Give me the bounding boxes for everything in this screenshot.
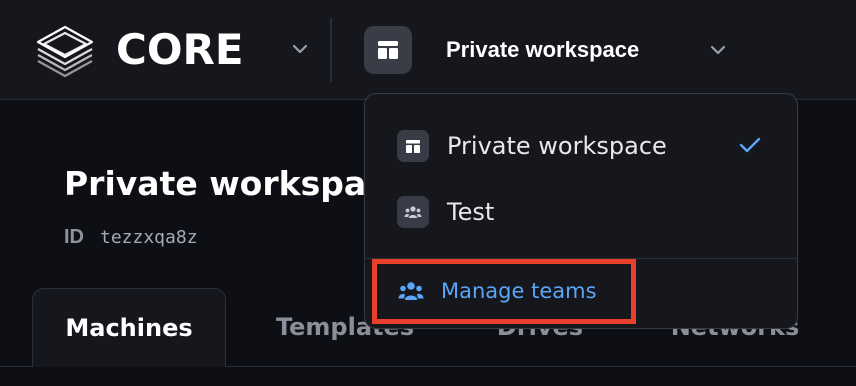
page-title: Private workspace <box>64 164 409 203</box>
dropdown-item-label: Private workspace <box>447 132 667 160</box>
workspace-dropdown-menu: Private workspace Test Manage teams <box>364 93 798 329</box>
manage-teams-label: Manage teams <box>441 279 597 303</box>
core-logo-icon[interactable] <box>34 23 96 79</box>
chevron-down-icon[interactable] <box>292 44 308 54</box>
team-icon <box>398 280 424 302</box>
workspace-layout-icon <box>397 130 429 162</box>
dropdown-item-test[interactable]: Test <box>365 182 797 238</box>
checkmark-icon <box>739 136 761 154</box>
workspace-layout-icon <box>378 41 398 59</box>
workspace-id-row: ID tezzxqa8z <box>64 224 198 250</box>
brand-name[interactable]: CORE <box>116 26 244 74</box>
manage-teams-button[interactable]: Manage teams <box>372 259 636 324</box>
top-bar: CORE Private workspace <box>0 0 856 100</box>
workspace-id-value: tezzxqa8z <box>100 226 198 248</box>
chevron-down-icon[interactable] <box>710 45 726 55</box>
tab-machines[interactable]: Machines <box>32 288 226 367</box>
workspace-switcher-button[interactable] <box>364 26 412 74</box>
team-icon <box>397 196 429 228</box>
header-divider <box>330 18 332 82</box>
workspace-switcher-label[interactable]: Private workspace <box>446 36 639 64</box>
id-label: ID <box>64 225 84 248</box>
dropdown-item-private-workspace[interactable]: Private workspace <box>365 116 797 172</box>
dropdown-item-label: Test <box>447 198 495 226</box>
